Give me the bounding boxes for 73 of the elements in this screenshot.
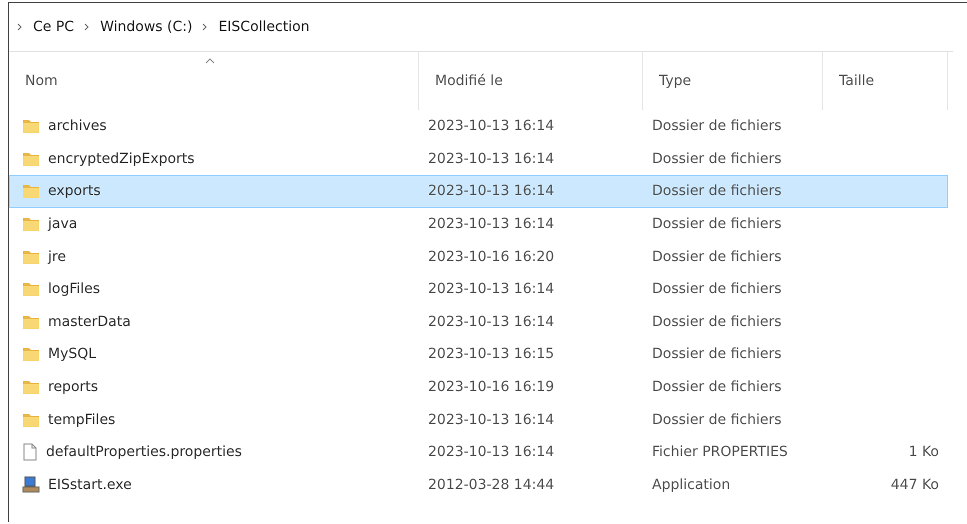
- file-name: masterData: [48, 314, 131, 330]
- file-name: MySQL: [48, 346, 96, 362]
- modified-date: 2023-10-13 16:14: [428, 314, 554, 330]
- folder-icon: [22, 248, 40, 265]
- file-row[interactable]: logFiles 2023-10-13 16:14 Dossier de fichiers: [9, 272, 948, 306]
- computer-icon: [22, 476, 40, 494]
- file-row[interactable]: jre 2023-10-16 16:20 Dossier de fichiers: [9, 240, 948, 273]
- file-row[interactable]: MySQL 2023-10-13 16:15 Dossier de fichiers: [9, 338, 948, 371]
- file-name: exports: [48, 183, 101, 200]
- modified-date: 2023-10-13 16:14: [428, 118, 554, 134]
- folder-icon: [22, 412, 40, 428]
- folder-icon: [22, 281, 40, 298]
- column-header[interactable]: Type: [643, 52, 823, 110]
- modified-date: 2023-10-13 16:15: [428, 346, 554, 362]
- modified-date: 2023-10-13 16:14: [428, 183, 554, 200]
- file-name: jre: [48, 248, 66, 265]
- sort-icon: [205, 58, 216, 64]
- file-row[interactable]: tempFiles 2023-10-13 16:14 Dossier de fichiers: [9, 403, 948, 436]
- file-name: encryptedZipExports: [48, 150, 195, 167]
- file-row[interactable]: masterData 2023-10-13 16:14 Dossier de fichiers: [9, 306, 948, 338]
- file-name: archives: [48, 118, 107, 134]
- file-name: tempFiles: [48, 412, 116, 428]
- file-row[interactable]: EISstart.exe 2012-03-28 14:44 Application 447 Ko: [9, 468, 948, 502]
- file-name: EISstart.exe: [48, 476, 132, 493]
- chevron-icon: [202, 23, 208, 31]
- file-name: java: [48, 216, 78, 232]
- breadcrumb-item[interactable]: EISCollection: [218, 19, 310, 35]
- file-row[interactable]: archives 2023-10-13 16:14 Dossier de fichiers: [9, 110, 948, 143]
- file-type: Dossier de fichiers: [652, 118, 782, 134]
- document-icon: [22, 443, 38, 462]
- file-type: Dossier de fichiers: [652, 379, 782, 396]
- modified-date: 2023-10-13 16:14: [428, 444, 554, 460]
- breadcrumb-item[interactable]: Windows (C:): [100, 19, 192, 35]
- column-header[interactable]: Nom: [9, 52, 419, 110]
- modified-date: 2012-03-28 14:44: [428, 476, 554, 493]
- folder-icon: [22, 150, 40, 167]
- folder-icon: [22, 118, 40, 134]
- modified-date: 2023-10-13 16:14: [428, 412, 554, 428]
- modified-date: 2023-10-13 16:14: [428, 216, 554, 232]
- modified-date: 2023-10-13 16:14: [428, 150, 554, 167]
- file-name: logFiles: [48, 281, 100, 298]
- file-size: 1 Ko: [908, 444, 939, 460]
- modified-date: 2023-10-16 16:19: [428, 379, 554, 396]
- column-header[interactable]: Modifié le: [419, 52, 643, 110]
- file-type: Dossier de fichiers: [652, 346, 782, 362]
- file-type: Dossier de fichiers: [652, 216, 782, 232]
- folder-icon: [22, 314, 40, 330]
- file-name: reports: [48, 379, 98, 396]
- file-row[interactable]: reports 2023-10-16 16:19 Dossier de fichiers: [9, 370, 948, 404]
- file-size: 447 Ko: [890, 476, 939, 493]
- column-header[interactable]: Taille: [823, 52, 948, 110]
- file-type: Dossier de fichiers: [652, 314, 782, 330]
- breadcrumb-item[interactable]: Ce PC: [33, 19, 74, 35]
- chevron-icon: [17, 23, 23, 31]
- file-row[interactable]: encryptedZipExports 2023-10-13 16:14 Dossier de fichiers: [9, 142, 948, 176]
- file-row[interactable]: exports 2023-10-13 16:14 Dossier de fichiers: [9, 175, 948, 208]
- file-row[interactable]: defaultProperties.properties 2023-10-13 16:14 Fichier PROPERTIES 1 Ko: [9, 436, 948, 469]
- chevron-icon: [84, 23, 90, 31]
- file-type: Fichier PROPERTIES: [652, 444, 788, 460]
- file-row[interactable]: java 2023-10-13 16:14 Dossier de fichiers: [9, 208, 948, 240]
- folder-icon: [22, 379, 40, 396]
- file-type: Dossier de fichiers: [652, 248, 782, 265]
- file-type: Dossier de fichiers: [652, 183, 782, 200]
- file-type: Dossier de fichiers: [652, 412, 782, 428]
- file-name: defaultProperties.properties: [46, 444, 242, 460]
- file-type: Dossier de fichiers: [652, 281, 782, 298]
- folder-icon: [22, 183, 40, 200]
- folder-icon: [22, 216, 40, 232]
- folder-icon: [22, 346, 40, 362]
- modified-date: 2023-10-13 16:14: [428, 281, 554, 298]
- file-type: Dossier de fichiers: [652, 150, 782, 167]
- modified-date: 2023-10-16 16:20: [428, 248, 554, 265]
- file-type: Application: [652, 476, 730, 493]
